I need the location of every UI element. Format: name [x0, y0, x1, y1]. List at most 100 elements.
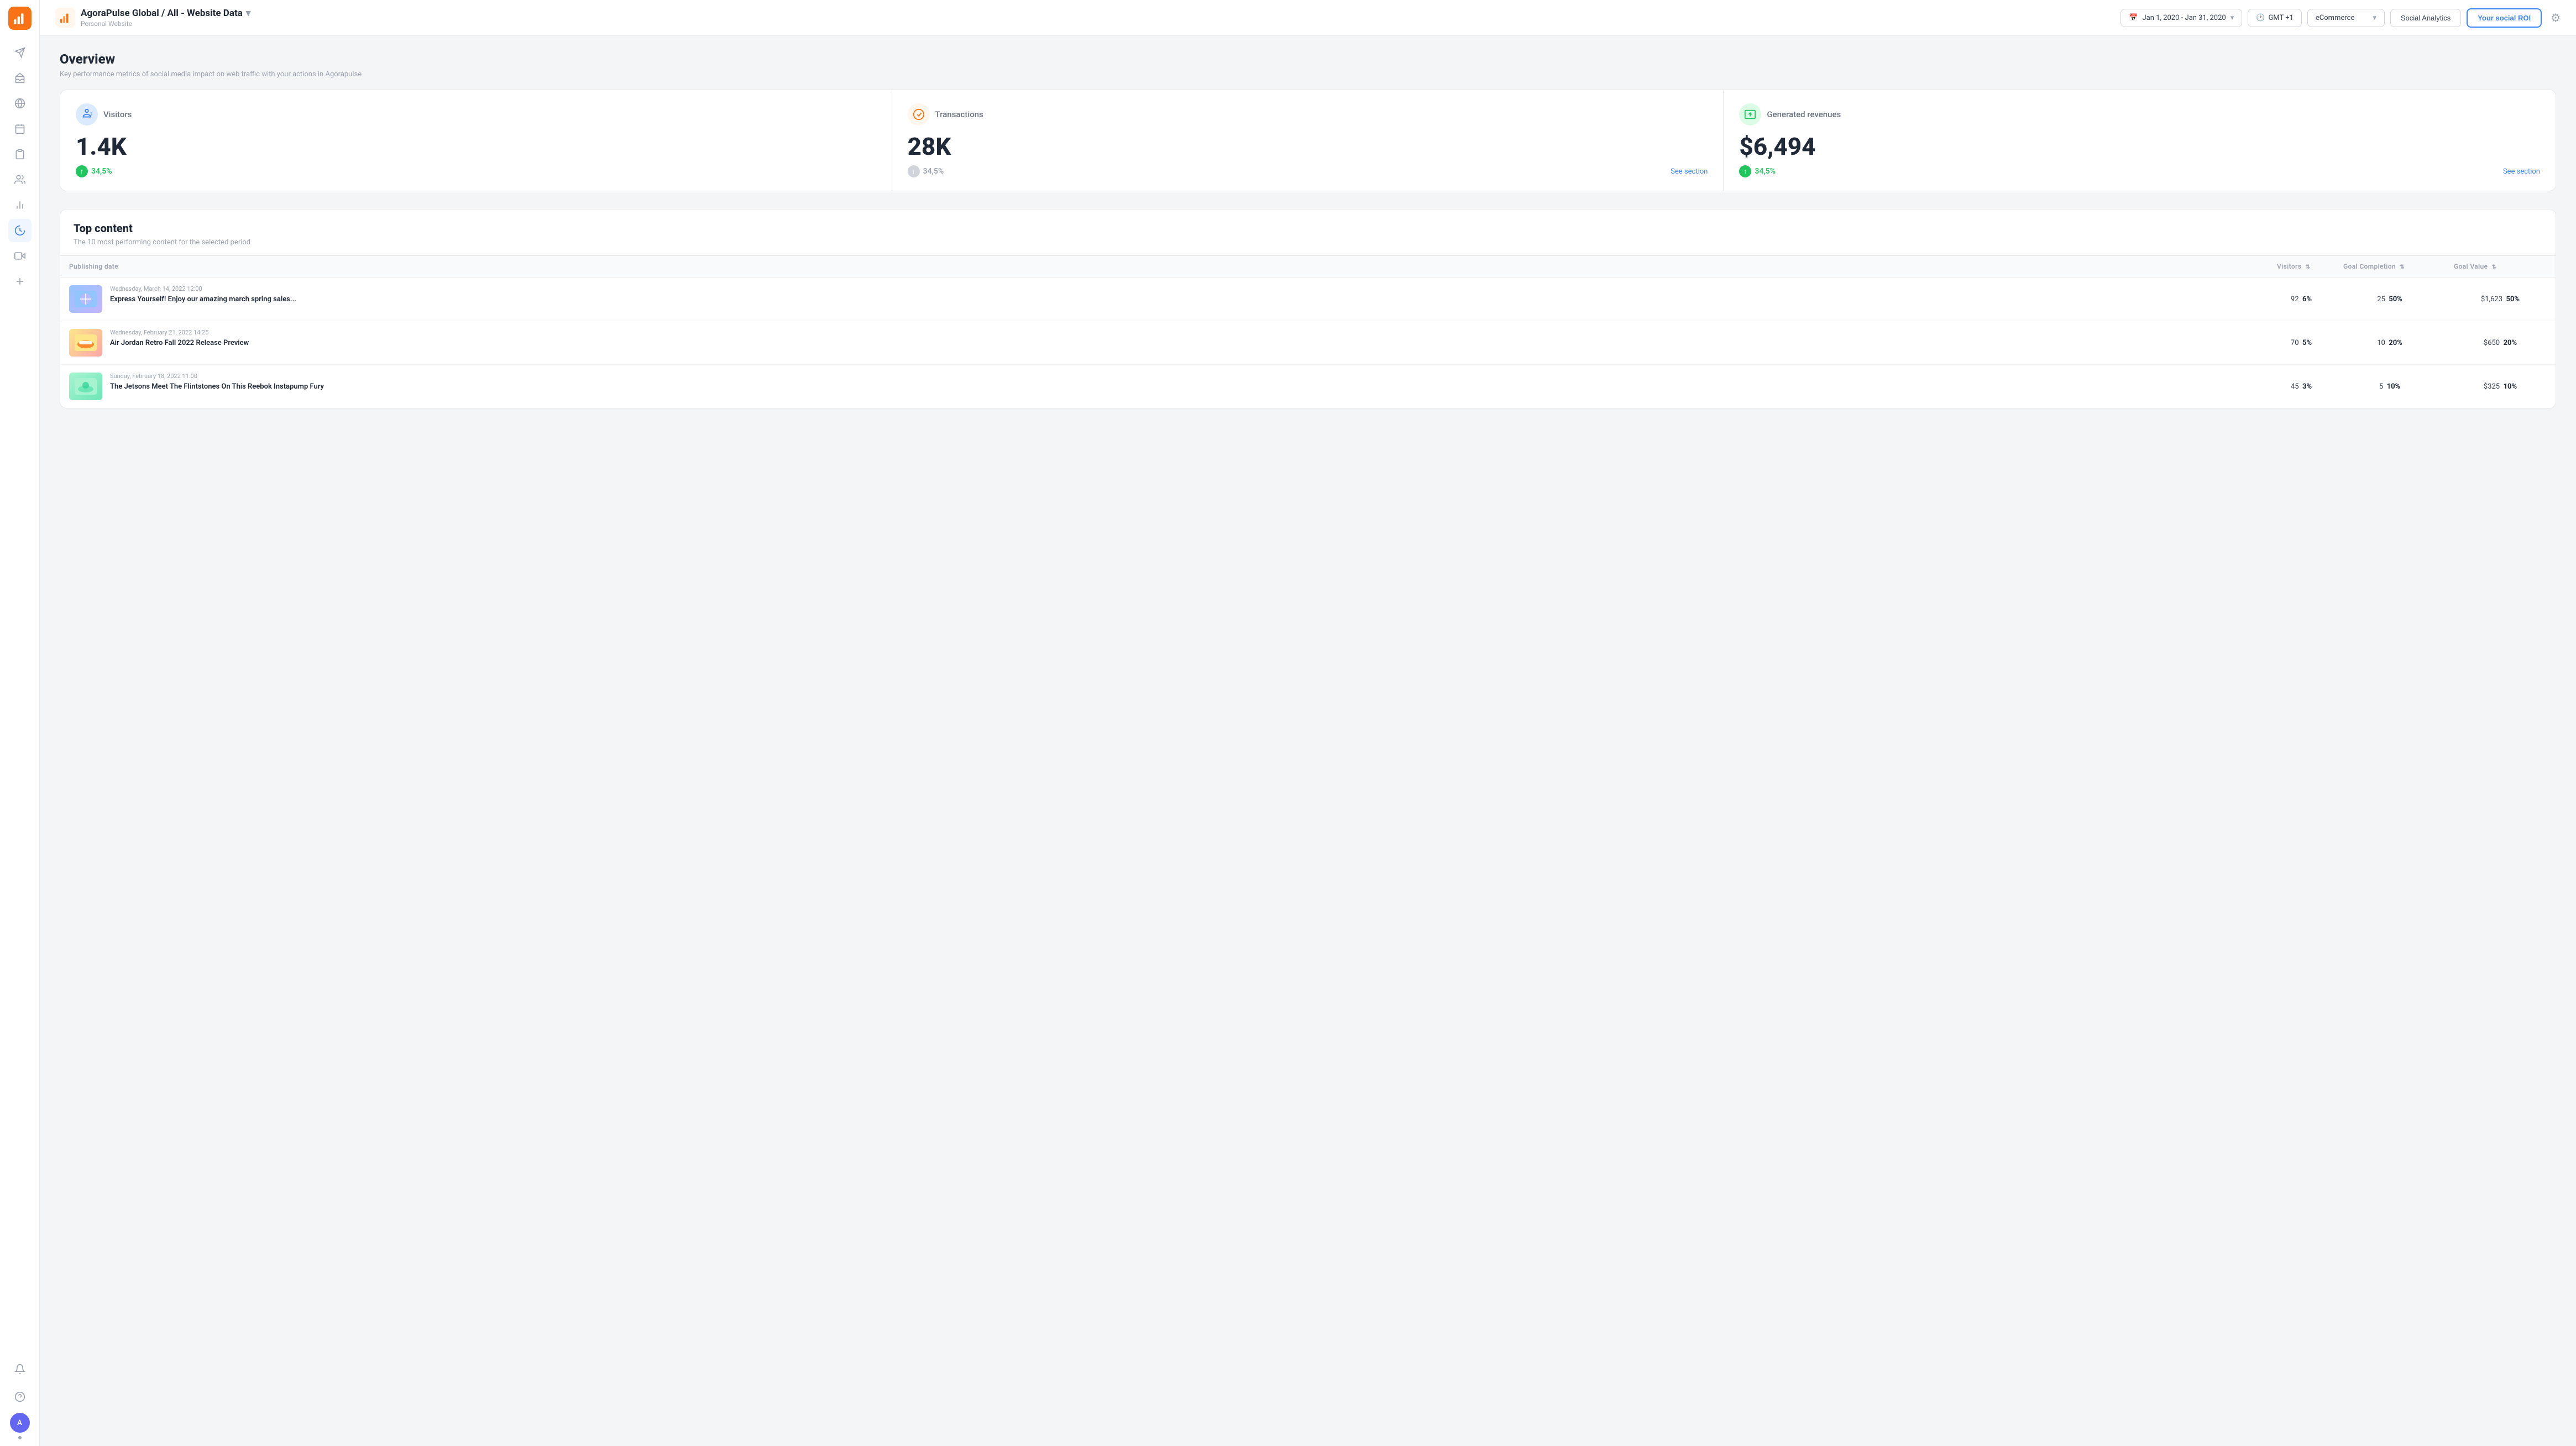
header-title-group: AgoraPulse Global / All - Website Data ▾…	[81, 8, 250, 28]
row1-content: Wednesday, March 14, 2022 12:00 Express …	[60, 277, 2268, 321]
header-title[interactable]: AgoraPulse Global / All - Website Data ▾	[81, 8, 250, 19]
sidebar-item-globe[interactable]	[8, 92, 32, 115]
ecommerce-picker[interactable]: eCommerce ▾	[2307, 9, 2385, 27]
row2-title: Air Jordan Retro Fall 2022 Release Previ…	[110, 338, 2259, 348]
row3-content: Sunday, February 18, 2022 11:00 The Jets…	[60, 365, 2268, 408]
table-row: Sunday, February 18, 2022 11:00 The Jets…	[60, 365, 2556, 408]
metric-transactions: Transactions 28K ↓ 34,5% See section	[892, 90, 1724, 191]
sidebar-item-video[interactable]	[8, 244, 32, 268]
sidebar-item-add[interactable]	[8, 270, 32, 293]
metrics-grid: Visitors 1.4K ↑ 34,5%	[60, 90, 2556, 191]
overview-subtitle: Key performance metrics of social media …	[60, 70, 2556, 78]
row2-goal-completion: 10 20%	[2334, 321, 2445, 365]
content-area: Overview Key performance metrics of soci…	[40, 36, 2576, 1446]
more-dots-icon[interactable]	[18, 1436, 22, 1439]
row3-goal-completion: 5 10%	[2334, 365, 2445, 408]
revenues-change-icon: ↑	[1739, 165, 1751, 177]
date-range-picker[interactable]: 📅 Jan 1, 2020 - Jan 31, 2020 ▾	[2121, 9, 2242, 27]
row1-goal-completion: 25 50%	[2334, 277, 2445, 321]
transactions-value: 28K	[908, 134, 1708, 159]
col-goal-completion[interactable]: Goal Completion ⇅	[2334, 256, 2445, 277]
table-row: Wednesday, February 21, 2022 14:25 Air J…	[60, 321, 2556, 365]
transactions-see-section[interactable]: See section	[1671, 167, 1708, 176]
goal-value-sort-icon: ⇅	[2492, 264, 2497, 270]
clock-icon: 🕐	[2256, 14, 2265, 22]
col-visitors[interactable]: Visitors ⇅	[2268, 256, 2334, 277]
row3-goal-value: $325 10%	[2445, 365, 2556, 408]
row3-title: The Jetsons Meet The Flintstones On This…	[110, 382, 2259, 392]
sidebar-item-help[interactable]	[8, 1385, 32, 1408]
overview-section: Overview Key performance metrics of soci…	[60, 51, 2556, 191]
top-content-table: Publishing date Visitors ⇅ Goal Completi…	[60, 256, 2556, 408]
sidebar-item-clipboard[interactable]	[8, 143, 32, 166]
visitors-change-icon: ↑	[76, 165, 88, 177]
visitors-icon	[76, 103, 98, 125]
visitors-value: 1.4K	[76, 134, 876, 159]
row1-goal-value: $1,623 50%	[2445, 277, 2556, 321]
sidebar-item-chart[interactable]	[8, 193, 32, 217]
metric-revenues: Generated revenues $6,494 ↑ 34,5% See se…	[1724, 90, 2556, 191]
chevron-down-icon: ▾	[2373, 14, 2376, 22]
row3-thumbnail	[69, 373, 102, 400]
col-publishing-date: Publishing date	[60, 256, 2268, 277]
revenues-footer: ↑ 34,5% See section	[1739, 165, 2540, 177]
app-logo[interactable]	[8, 7, 32, 30]
gear-icon[interactable]: ⚙	[2551, 11, 2561, 24]
revenues-icon	[1739, 103, 1761, 125]
row2-content: Wednesday, February 21, 2022 14:25 Air J…	[60, 321, 2268, 365]
row3-date: Sunday, February 18, 2022 11:00	[110, 373, 2259, 380]
header-brand: AgoraPulse Global / All - Website Data ▾…	[55, 8, 2112, 28]
row1-visitors: 92 6%	[2268, 277, 2334, 321]
top-content-section: Top content The 10 most performing conte…	[60, 209, 2556, 408]
sidebar: A	[0, 0, 40, 1446]
metric-transactions-header: Transactions	[908, 103, 1708, 125]
brand-icon	[55, 8, 75, 28]
top-content-title: Top content	[74, 222, 2542, 235]
revenues-value: $6,494	[1739, 134, 2540, 159]
col-goal-value[interactable]: Goal Value ⇅	[2445, 256, 2556, 277]
metric-revenues-header: Generated revenues	[1739, 103, 2540, 125]
visitors-label: Visitors	[103, 109, 132, 119]
main-content: AgoraPulse Global / All - Website Data ▾…	[40, 0, 2576, 1446]
header-subtitle: Personal Website	[81, 20, 250, 28]
sidebar-item-users[interactable]	[8, 168, 32, 191]
top-content-subtitle: The 10 most performing content for the s…	[74, 238, 2542, 247]
sidebar-item-inbox[interactable]	[8, 66, 32, 90]
sidebar-item-bell[interactable]	[8, 1358, 32, 1381]
row1-date: Wednesday, March 14, 2022 12:00	[110, 285, 2259, 292]
top-content-header: Top content The 10 most performing conte…	[60, 209, 2556, 256]
metric-visitors-header: Visitors	[76, 103, 876, 125]
header: AgoraPulse Global / All - Website Data ▾…	[40, 0, 2576, 36]
transactions-change-icon: ↓	[908, 165, 920, 177]
row2-thumbnail	[69, 329, 102, 357]
row2-date: Wednesday, February 21, 2022 14:25	[110, 329, 2259, 336]
chevron-down-icon: ▾	[2231, 14, 2234, 22]
calendar-icon: 📅	[2129, 14, 2138, 22]
goal-completion-sort-icon: ⇅	[2400, 264, 2405, 270]
visitors-change: ↑ 34,5%	[76, 165, 112, 177]
row2-goal-value: $650 20%	[2445, 321, 2556, 365]
transactions-footer: ↓ 34,5% See section	[908, 165, 1708, 177]
header-controls: 📅 Jan 1, 2020 - Jan 31, 2020 ▾ 🕐 GMT +1 …	[2121, 8, 2542, 28]
table-row: Wednesday, March 14, 2022 12:00 Express …	[60, 277, 2556, 321]
sidebar-item-send[interactable]	[8, 41, 32, 64]
social-roi-button[interactable]: Your social ROI	[2467, 8, 2542, 28]
row1-thumbnail	[69, 285, 102, 313]
visitors-footer: ↑ 34,5%	[76, 165, 876, 177]
sidebar-item-dashboard[interactable]	[8, 219, 32, 242]
user-avatar[interactable]: A	[10, 1413, 30, 1433]
transactions-label: Transactions	[935, 109, 983, 119]
revenues-change: ↑ 34,5%	[1739, 165, 1776, 177]
sidebar-item-calendar[interactable]	[8, 117, 32, 140]
row2-visitors: 70 5%	[2268, 321, 2334, 365]
transactions-change: ↓ 34,5%	[908, 165, 944, 177]
revenues-label: Generated revenues	[1767, 109, 1841, 119]
timezone-picker[interactable]: 🕐 GMT +1	[2248, 9, 2302, 27]
row3-visitors: 45 3%	[2268, 365, 2334, 408]
visitors-sort-icon: ⇅	[2306, 264, 2311, 270]
social-analytics-button[interactable]: Social Analytics	[2390, 9, 2461, 27]
row1-title: Express Yourself! Enjoy our amazing marc…	[110, 295, 2259, 305]
overview-title: Overview	[60, 51, 2556, 67]
revenues-see-section[interactable]: See section	[2503, 167, 2540, 176]
transactions-icon	[908, 103, 930, 125]
